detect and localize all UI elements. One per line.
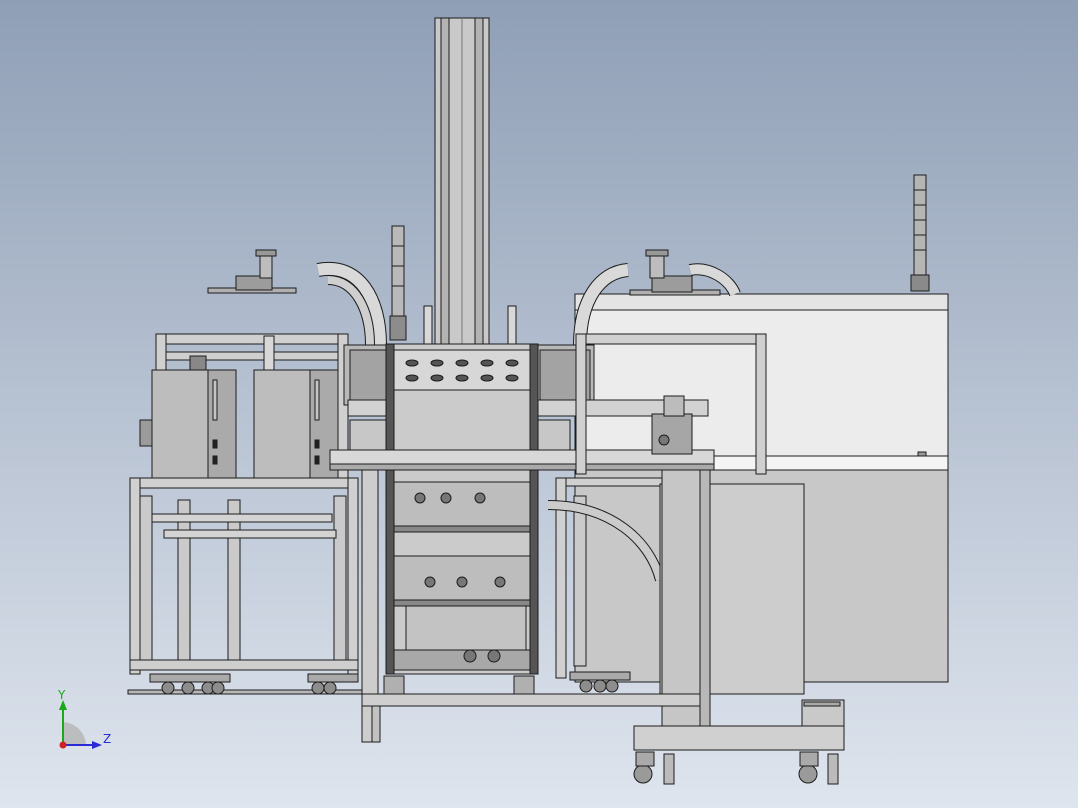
triad-x-origin <box>59 741 67 749</box>
coordinate-triad <box>59 700 102 749</box>
triad-z-label: Z <box>103 732 112 746</box>
triad-quadrant <box>63 722 86 745</box>
cad-viewport[interactable]: Y Z <box>0 0 1078 808</box>
triad-y-label: Y <box>58 688 66 702</box>
triad-z-arrow <box>92 741 102 749</box>
